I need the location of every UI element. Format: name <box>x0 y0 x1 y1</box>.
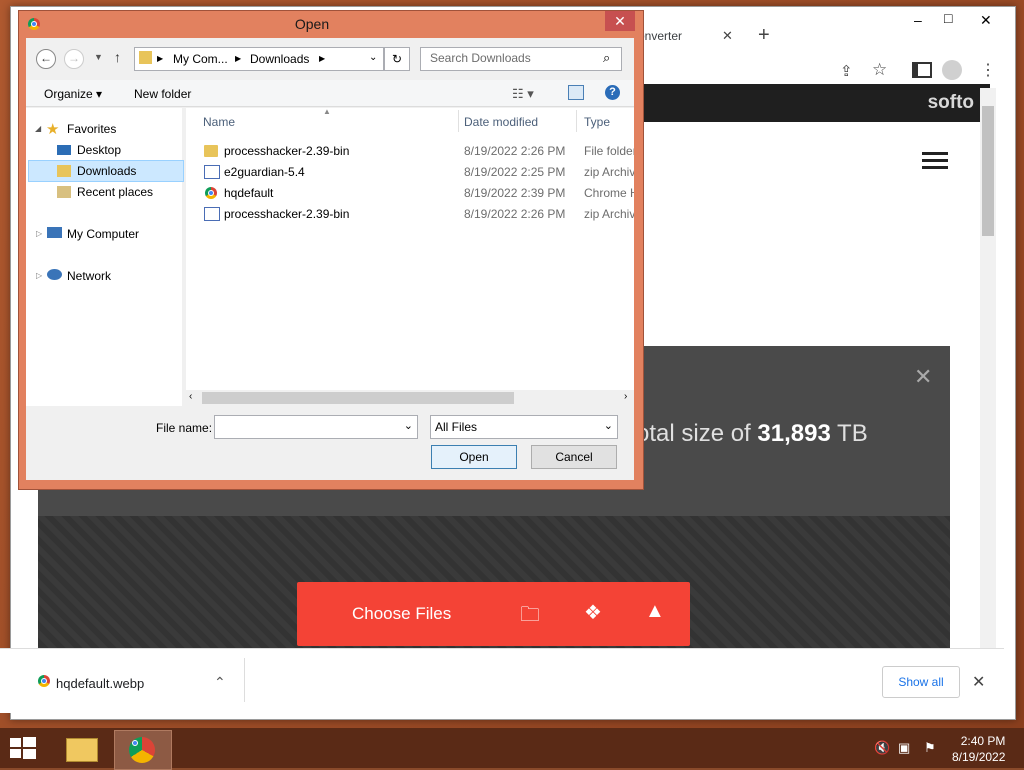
sidepanel-icon[interactable] <box>912 62 932 78</box>
nav-my-computer[interactable]: My Computer <box>67 227 139 241</box>
search-placeholder: Search Downloads <box>430 51 531 65</box>
organize-menu[interactable]: Organize ▾ <box>44 87 102 101</box>
column-separator[interactable] <box>458 110 459 132</box>
network-tray-icon[interactable]: ▣ <box>898 740 910 756</box>
divider <box>244 658 245 702</box>
chevron-down-icon[interactable]: ⌄ <box>404 419 413 432</box>
view-options-icon[interactable]: ☷ ▾ <box>512 86 534 102</box>
zip-icon <box>204 207 220 221</box>
downloads-folder-icon <box>139 51 152 64</box>
folder-icon <box>204 145 218 157</box>
taskbar-clock[interactable]: 2:40 PM 8/19/2022 <box>952 733 1005 765</box>
new-tab-button[interactable]: + <box>758 24 770 47</box>
close-download-bar-icon[interactable]: ✕ <box>972 672 985 692</box>
forward-button[interactable]: → <box>64 49 84 69</box>
action-center-icon[interactable]: ⚑ <box>924 740 936 756</box>
windows-start-icon[interactable] <box>8 735 36 761</box>
recent-places-icon <box>57 186 71 198</box>
address-bar[interactable]: ▶ My Com... ▶ Downloads ▶ ⌄ <box>134 47 384 71</box>
nav-recent-places[interactable]: Recent places <box>77 185 153 199</box>
nav-network[interactable]: Network <box>67 269 111 283</box>
breadcrumb-sep-icon: ▶ <box>319 54 326 63</box>
chevron-up-icon[interactable]: ⌃ <box>214 674 226 691</box>
favorites-star-icon: ★ <box>46 121 60 138</box>
column-separator[interactable] <box>576 110 577 132</box>
site-logo[interactable]: softo <box>928 92 974 114</box>
folder-search-icon[interactable]: 🗀 <box>520 600 540 634</box>
download-item[interactable]: hqdefault.webp <box>56 676 144 691</box>
share-icon[interactable]: ⇪ <box>840 62 853 80</box>
file-row[interactable]: e2guardian-5.4 8/19/2022 2:25 PM zip Arc… <box>204 165 634 183</box>
address-dropdown-icon[interactable]: ⌄ <box>369 52 377 63</box>
command-bar <box>26 80 634 107</box>
column-name[interactable]: Name <box>203 115 235 129</box>
speaker-muted-icon[interactable]: 🔇 <box>874 740 890 756</box>
chrome-icon <box>205 187 217 199</box>
breadcrumb-sep-icon: ▶ <box>235 54 242 63</box>
breadcrumb-sep-icon: ▶ <box>157 54 164 63</box>
breadcrumb-downloads[interactable]: Downloads <box>250 52 309 66</box>
refresh-button[interactable]: ↻ <box>384 47 410 71</box>
downloads-icon <box>57 165 71 177</box>
choose-files-label[interactable]: Choose Files <box>352 604 451 624</box>
desktop-icon <box>57 145 71 155</box>
file-row[interactable]: processhacker-2.39-bin 8/19/2022 2:26 PM… <box>204 144 634 162</box>
dialog-close-button[interactable]: ✕ <box>605 11 635 31</box>
chevron-down-icon[interactable]: ⌄ <box>604 419 613 432</box>
clock-date: 8/19/2022 <box>952 750 1006 764</box>
column-date[interactable]: Date modified <box>464 115 538 129</box>
collapse-icon[interactable]: ◢ <box>35 124 41 133</box>
nav-desktop[interactable]: Desktop <box>77 143 121 157</box>
file-name-input[interactable]: ⌄ <box>214 415 418 439</box>
scroll-right-icon[interactable]: › <box>624 391 627 402</box>
help-icon[interactable]: ? <box>605 85 620 100</box>
download-bar <box>0 648 1004 713</box>
overlay-stat: otal size of 31,893 TB <box>636 420 868 447</box>
nav-downloads[interactable]: Downloads <box>77 164 136 178</box>
zip-icon <box>204 165 220 179</box>
profile-avatar[interactable] <box>942 60 962 80</box>
cancel-button[interactable]: Cancel <box>531 445 617 469</box>
dialog-title: Open <box>294 16 330 32</box>
horizontal-scroll-thumb[interactable] <box>202 392 514 404</box>
menu-kebab-icon[interactable]: ⋮ <box>980 60 996 80</box>
file-row[interactable]: processhacker-2.39-bin 8/19/2022 2:26 PM… <box>204 207 634 225</box>
file-name-label: File name: <box>156 421 213 435</box>
recent-locations-icon[interactable]: ▼ <box>94 52 103 62</box>
breadcrumb-computer[interactable]: My Com... <box>173 52 228 66</box>
minimize-button[interactable]: – <box>914 12 922 28</box>
file-row[interactable]: hqdefault 8/19/2022 2:39 PM Chrome H <box>204 186 634 204</box>
hamburger-menu-icon[interactable] <box>922 152 948 170</box>
tab-title: onverter <box>638 29 683 43</box>
clock-time: 2:40 PM <box>960 734 1006 748</box>
chrome-taskbar-icon[interactable] <box>114 730 172 770</box>
sort-indicator-icon: ▲ <box>323 107 331 116</box>
tab-close-icon[interactable]: ✕ <box>722 28 733 44</box>
preview-pane-icon[interactable] <box>568 85 584 100</box>
network-icon <box>47 269 62 280</box>
computer-icon <box>47 227 62 238</box>
nav-favorites[interactable]: Favorites <box>67 122 116 136</box>
close-window-button[interactable]: ✕ <box>980 12 992 29</box>
search-icon[interactable]: ⌕ <box>603 50 610 66</box>
open-button[interactable]: Open <box>431 445 517 469</box>
file-type-filter[interactable]: All Files ⌄ <box>430 415 618 439</box>
scrollbar-thumb[interactable] <box>982 106 994 236</box>
scroll-left-icon[interactable]: ‹ <box>189 391 192 402</box>
up-arrow-icon[interactable]: ↑ <box>114 49 121 65</box>
dropbox-icon[interactable]: ❖ <box>584 600 602 625</box>
column-type[interactable]: Type <box>584 115 610 129</box>
maximize-button[interactable]: □ <box>944 10 952 26</box>
expand-icon[interactable]: ▷ <box>36 229 42 238</box>
chrome-file-icon <box>38 675 50 687</box>
bookmark-star-icon[interactable]: ☆ <box>872 60 887 80</box>
back-button[interactable]: ← <box>36 49 56 69</box>
file-explorer-taskbar-icon[interactable] <box>54 730 110 768</box>
overlay-close-icon[interactable]: ✕ <box>914 364 932 390</box>
show-all-button[interactable]: Show all <box>882 666 960 698</box>
expand-icon[interactable]: ▷ <box>36 271 42 280</box>
new-folder-button[interactable]: New folder <box>134 87 191 101</box>
google-drive-icon[interactable]: ▲ <box>645 600 665 623</box>
